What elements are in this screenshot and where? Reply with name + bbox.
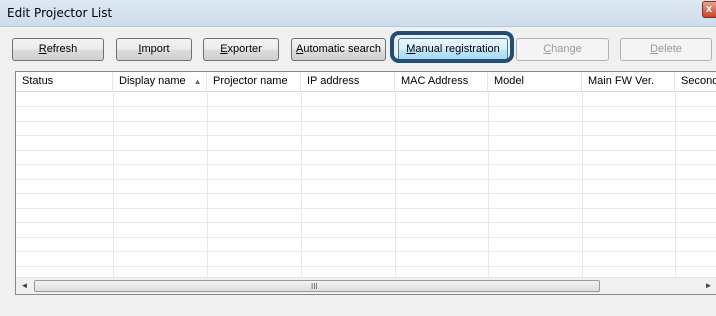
column-header-label: MAC Address [401,75,469,87]
column-header-label: Model [494,75,524,87]
row-divider [16,222,716,223]
scroll-left-icon[interactable]: ◄ [16,278,33,294]
delete-button[interactable]: Delete [620,38,712,61]
table-body [16,92,716,278]
scrollbar-thumb[interactable]: III [34,280,600,292]
row-divider [16,106,716,107]
edit-projector-list-window: Edit Projector List x Refresh Import Exp… [0,0,716,316]
close-button[interactable]: x [702,1,716,18]
column-header-status[interactable]: Status [16,72,113,92]
column-header-label: Display name [119,75,186,87]
row-divider [16,251,716,252]
projector-list-table[interactable]: Status Display name ▲ Projector name IP a… [15,71,716,295]
sort-ascending-icon: ▲ [193,77,202,86]
column-header-display-name[interactable]: Display name ▲ [113,72,207,92]
column-header-label: Projector name [213,75,288,87]
row-divider [16,179,716,180]
row-divider [16,208,716,209]
close-icon: x [706,3,713,15]
table-header: Status Display name ▲ Projector name IP a… [16,72,716,92]
column-header-main-fw-ver[interactable]: Main FW Ver. [582,72,675,92]
exporter-button-label: Exporter [220,43,262,55]
refresh-button[interactable]: Refresh [12,38,104,61]
delete-button-label: Delete [650,43,682,55]
import-button[interactable]: Import [116,38,192,61]
scrollbar-grip-icon: III [311,282,318,291]
row-divider [16,135,716,136]
column-header-label: IP address [307,75,360,87]
column-header-label: Status [22,75,54,87]
column-header-secondary[interactable]: Seconda [675,72,716,92]
highlight-ring [390,31,514,63]
automatic-search-button[interactable]: Automatic search [291,38,386,61]
row-divider [16,237,716,238]
horizontal-scrollbar[interactable]: ◄ III ► [16,277,716,294]
window-title: Edit Projector List [7,6,113,20]
scroll-right-icon[interactable]: ► [700,278,716,294]
toolbar: Refresh Import Exporter Automatic search… [0,27,716,67]
column-header-label: Seconda [681,75,716,87]
change-button[interactable]: Change [516,38,609,61]
column-header-model[interactable]: Model [488,72,582,92]
import-button-label: Import [138,43,170,55]
status-bar [0,296,716,316]
row-divider [16,266,716,267]
row-divider [16,193,716,194]
change-button-label: Change [543,43,582,55]
column-header-label: Main FW Ver. [588,75,655,87]
column-header-mac-address[interactable]: MAC Address [395,72,488,92]
title-bar[interactable]: Edit Projector List x [0,0,716,27]
row-divider [16,150,716,151]
column-header-ip-address[interactable]: IP address [301,72,395,92]
column-header-projector-name[interactable]: Projector name [207,72,301,92]
row-divider [16,121,716,122]
row-divider [16,164,716,165]
refresh-button-label: Refresh [38,43,78,55]
automatic-search-button-label: Automatic search [296,43,381,55]
exporter-button[interactable]: Exporter [203,38,279,61]
